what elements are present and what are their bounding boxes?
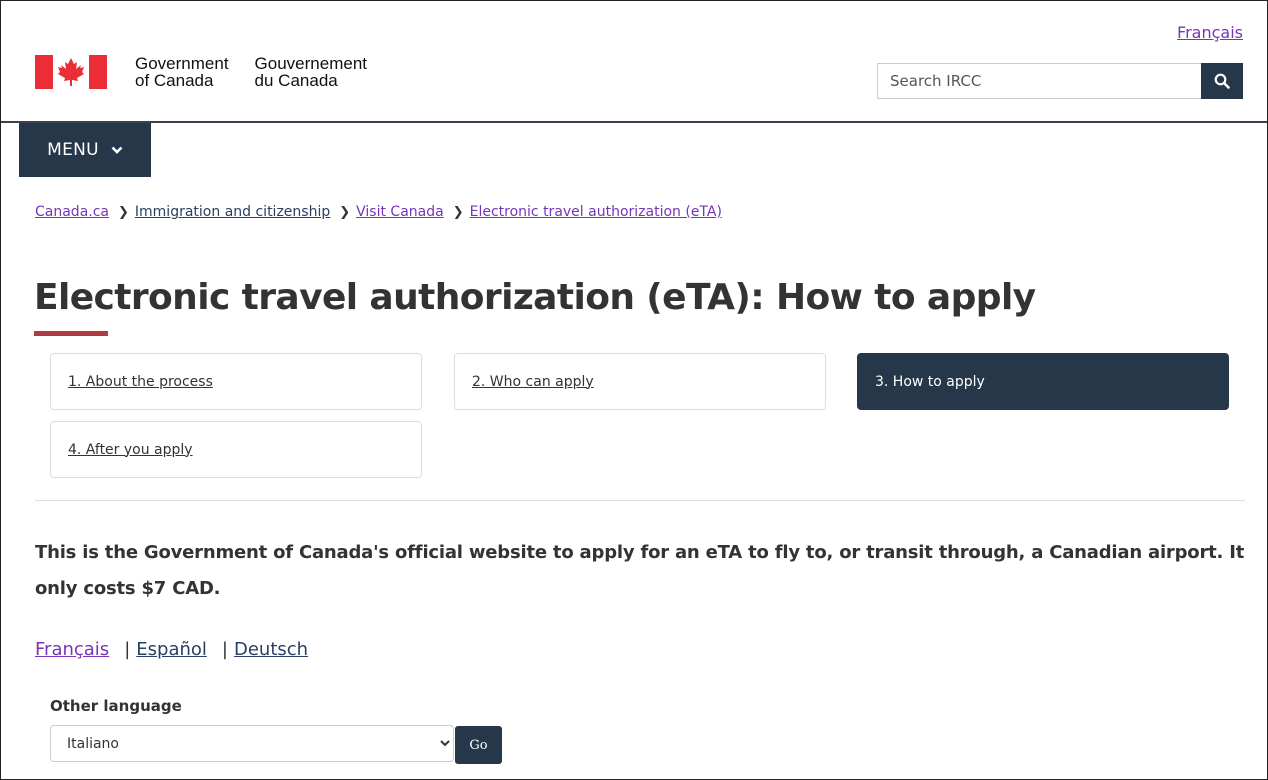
step-how-to-apply-current: 3. How to apply [857,353,1229,410]
language-separator: | [124,639,131,660]
breadcrumb-eta[interactable]: Electronic travel authorization (eTA) [470,204,722,220]
step-link[interactable]: 4. After you apply [68,442,193,458]
page-title: Electronic travel authorization (eTA): H… [34,277,1036,318]
search-button[interactable] [1201,63,1243,99]
breadcrumb-chevron-icon: ❯ [118,204,129,220]
step-after-you-apply[interactable]: 4. After you apply [50,421,422,478]
language-link-francais[interactable]: Français [35,639,109,660]
chevron-down-icon [111,146,123,154]
search-icon [1214,73,1230,89]
government-english: Government of Canada [135,55,229,89]
language-separator: | [221,639,228,660]
language-link-espanol[interactable]: Español [136,639,207,660]
language-toggle-link[interactable]: Français [1177,23,1243,42]
government-of-canada-signature[interactable]: Government of Canada Gouvernement du Can… [35,55,367,89]
breadcrumb: Canada.ca ❯ Immigration and citizenship … [35,204,722,220]
menu-label: MENU [47,140,99,160]
step-current-label: 3. How to apply [875,373,985,390]
step-about-the-process[interactable]: 1. About the process [50,353,422,410]
intro-text: This is the Government of Canada's offic… [35,542,1245,599]
search-input[interactable] [877,63,1201,99]
breadcrumb-chevron-icon: ❯ [339,204,351,220]
breadcrumb-canada-ca[interactable]: Canada.ca [35,204,109,220]
language-links: Français | Español | Deutsch [35,639,308,660]
other-language-label: Other language [50,697,182,715]
go-button[interactable]: Go [455,726,502,764]
breadcrumb-immigration-citizenship[interactable]: Immigration and citizenship [135,204,330,220]
government-fr-line2: du Canada [254,71,338,90]
section-divider [35,500,1245,501]
breadcrumb-visit-canada[interactable]: Visit Canada [356,204,444,220]
step-link[interactable]: 2. Who can apply [472,374,594,390]
title-underline [34,331,108,336]
language-link-deutsch[interactable]: Deutsch [234,639,308,660]
government-fr-line1: Gouvernement [254,54,367,73]
government-en-line2: of Canada [135,71,214,90]
government-en-line1: Government [135,54,229,73]
canada-flag-icon [35,55,107,89]
breadcrumb-chevron-icon: ❯ [452,204,464,220]
page-frame: Français Government of Canada Gouverneme… [0,0,1268,780]
menu-button[interactable]: MENU [19,123,151,177]
step-link[interactable]: 1. About the process [68,374,213,390]
search-form [877,63,1243,99]
government-french: Gouvernement du Canada [255,55,367,89]
step-who-can-apply[interactable]: 2. Who can apply [454,353,826,410]
government-wordmark: Government of Canada Gouvernement du Can… [135,55,367,89]
header-divider [1,121,1267,123]
other-language-select[interactable]: Italiano [50,725,454,762]
